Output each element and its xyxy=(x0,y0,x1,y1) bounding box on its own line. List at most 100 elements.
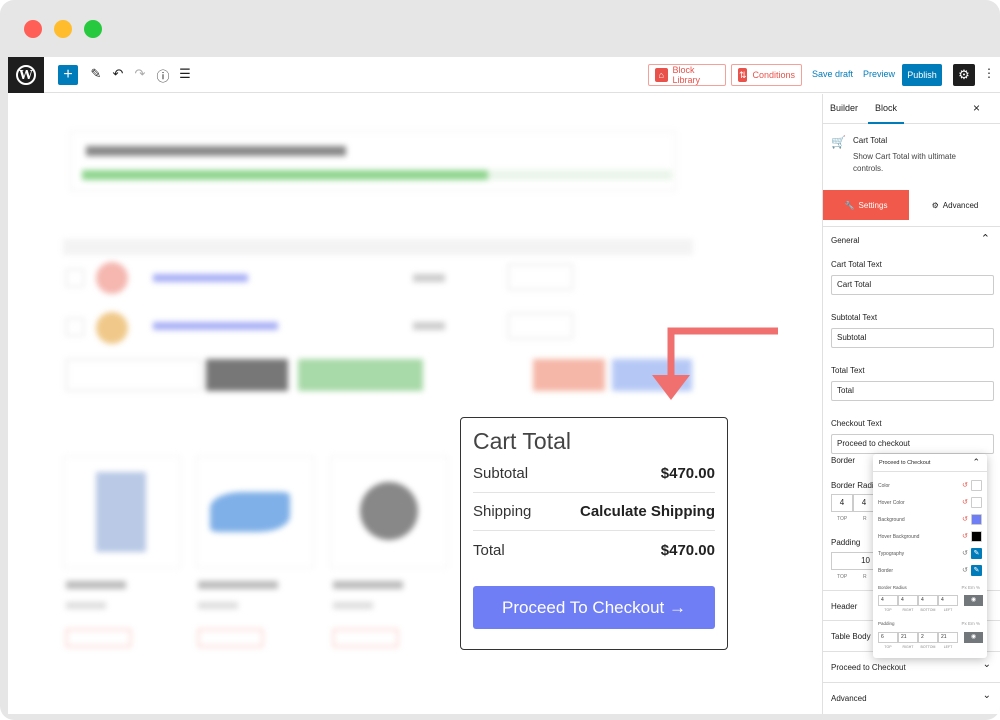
radius-right-label: RIGHT xyxy=(902,608,914,612)
pencil-icon[interactable]: ✎ xyxy=(971,565,982,576)
chevron-down-icon: ⌄ xyxy=(982,659,991,670)
hover-color-swatch[interactable] xyxy=(971,497,982,508)
pencil-icon[interactable]: ✎ xyxy=(88,66,104,82)
maximize-window-dot[interactable] xyxy=(84,20,102,38)
hover-background-label: Hover Background xyxy=(878,534,920,540)
chevron-up-icon[interactable]: ⌃ xyxy=(972,457,980,468)
conditions-label: Conditions xyxy=(752,70,795,80)
accordion-proceed-label: Proceed to Checkout xyxy=(831,663,906,672)
radius-left-input[interactable]: 4 xyxy=(938,595,958,606)
popover-border-radius-inputs: 4 4 4 4 ◉ xyxy=(878,595,983,606)
add-block-button[interactable]: + xyxy=(58,65,78,85)
color-label: Color xyxy=(878,483,890,489)
padding-unit-selector[interactable]: Px Em % xyxy=(961,621,980,626)
redo-icon[interactable]: ↷ xyxy=(132,66,148,82)
more-options-icon[interactable]: ⋮ xyxy=(983,66,995,80)
popover-divider xyxy=(873,471,987,472)
reset-icon[interactable]: ↺ xyxy=(962,481,968,489)
sidebar-tabs: Builder Block × xyxy=(823,94,1000,124)
editor-canvas: Cart Total Subtotal $470.00 Shipping Cal… xyxy=(8,94,821,714)
general-panel-header[interactable]: General ⌃ xyxy=(823,226,1000,250)
border-label: Border xyxy=(878,568,894,574)
link-values-icon[interactable]: ◉ xyxy=(964,595,983,606)
tab-advanced[interactable]: ⚙ Advanced xyxy=(909,190,1000,220)
popover-typography-row: Typography ↺ ✎ xyxy=(878,548,984,560)
total-text-input[interactable]: Total xyxy=(831,381,994,401)
wrench-icon: 🔧 xyxy=(844,200,855,210)
cart-total-block[interactable]: Cart Total Subtotal $470.00 Shipping Cal… xyxy=(460,417,728,650)
chevron-down-icon: ⌄ xyxy=(982,690,991,701)
accordion-advanced-label: Advanced xyxy=(831,694,867,703)
radius-top-input[interactable]: 4 xyxy=(878,595,898,606)
subtotal-text-input[interactable]: Subtotal xyxy=(831,328,994,348)
editor-toolbar: W + ✎ ↶ ↷ ⓘ ☰ ⌂ Block Library ⇅ Conditio… xyxy=(8,57,1000,93)
popover-hover-background-row: Hover Background ↺ xyxy=(878,531,984,543)
radius-bottom-input[interactable]: 4 xyxy=(918,595,938,606)
tab-block[interactable]: Block xyxy=(867,103,905,124)
background-label: Background xyxy=(878,517,905,523)
cart-total-text-input[interactable]: Cart Total xyxy=(831,275,994,295)
list-view-icon[interactable]: ☰ xyxy=(177,66,193,82)
wordpress-logo[interactable]: W xyxy=(8,57,44,93)
popover-background-row: Background ↺ xyxy=(878,514,984,526)
close-icon[interactable]: × xyxy=(973,101,980,115)
checkout-text-input[interactable]: Proceed to checkout xyxy=(831,434,994,454)
info-icon[interactable]: ⓘ xyxy=(155,66,171,85)
tab-builder[interactable]: Builder xyxy=(830,103,858,113)
background-swatch[interactable] xyxy=(971,514,982,525)
tab-advanced-label: Advanced xyxy=(942,200,979,210)
undo-icon[interactable]: ↶ xyxy=(110,66,126,82)
radius-right-input[interactable]: 4 xyxy=(898,595,918,606)
padding-left-input[interactable]: 21 xyxy=(938,632,958,643)
border-radius-right-input[interactable]: 4 xyxy=(853,494,875,512)
subtotal-row: Subtotal $470.00 xyxy=(473,455,715,493)
tab-settings[interactable]: 🔧 Settings xyxy=(823,190,909,220)
shipping-row: Shipping Calculate Shipping xyxy=(473,493,715,531)
proceed-to-checkout-button[interactable]: Proceed To Checkout → xyxy=(473,586,715,629)
popover-color-row: Color ↺ xyxy=(878,480,984,492)
accordion-header-label: Header xyxy=(831,602,858,611)
calculate-shipping-link[interactable]: Calculate Shipping xyxy=(580,503,715,520)
cart-total-text-label: Cart Total Text xyxy=(831,260,882,269)
padding-bottom-input[interactable]: 2 xyxy=(918,632,938,643)
padding-bottom-label: BOTTOM xyxy=(920,645,936,649)
block-library-button[interactable]: ⌂ Block Library xyxy=(648,64,726,86)
proceed-to-checkout-popover: Proceed to Checkout ⌃ Color ↺ Hover Colo… xyxy=(873,454,987,658)
radius-top-label: TOP xyxy=(884,608,892,612)
conditions-button[interactable]: ⇅ Conditions xyxy=(731,64,802,86)
accordion-advanced[interactable]: Advanced ⌄ xyxy=(823,682,1000,712)
settings-gear-icon[interactable]: ⚙ xyxy=(953,64,975,86)
preview-link[interactable]: Preview xyxy=(863,69,895,79)
hover-background-swatch[interactable] xyxy=(971,531,982,542)
pencil-icon[interactable]: ✎ xyxy=(971,548,982,559)
padding-right-input[interactable]: 21 xyxy=(898,632,918,643)
padding-top-input[interactable]: 10 xyxy=(831,552,875,570)
gear-icon: ⚙ xyxy=(931,200,939,210)
border-label: Border xyxy=(831,456,856,465)
popover-padding-label: Padding xyxy=(878,621,895,626)
border-radius-unit-selector[interactable]: Px Em % xyxy=(961,585,980,590)
close-window-dot[interactable] xyxy=(24,20,42,38)
popover-border-row: Border ↺ ✎ xyxy=(878,565,984,577)
reset-icon[interactable]: ↺ xyxy=(962,498,968,506)
padding-top-input[interactable]: 6 xyxy=(878,632,898,643)
popover-title: Proceed to Checkout xyxy=(879,460,931,466)
popover-border-radius-sublabels: TOP RIGHT BOTTOM LEFT xyxy=(878,608,958,612)
link-values-icon[interactable]: ◉ xyxy=(964,632,983,643)
minimize-window-dot[interactable] xyxy=(54,20,72,38)
border-radius-top-input[interactable]: 4 xyxy=(831,494,853,512)
subtotal-value: $470.00 xyxy=(660,465,715,482)
editor-window: W + ✎ ↶ ↷ ⓘ ☰ ⌂ Block Library ⇅ Conditio… xyxy=(8,57,1000,714)
padding-right-label: R xyxy=(863,574,867,580)
block-library-label: Block Library xyxy=(672,65,701,85)
popover-padding-inputs: 6 21 2 21 ◉ xyxy=(878,632,983,643)
reset-icon[interactable]: ↺ xyxy=(962,532,968,540)
reset-icon[interactable]: ↺ xyxy=(962,549,968,557)
checkout-text-label: Checkout Text xyxy=(831,419,882,428)
reset-icon[interactable]: ↺ xyxy=(962,515,968,523)
color-swatch[interactable] xyxy=(971,480,982,491)
save-draft-link[interactable]: Save draft xyxy=(812,69,853,79)
publish-button[interactable]: Publish xyxy=(902,64,942,86)
reset-icon[interactable]: ↺ xyxy=(962,566,968,574)
basket-icon: ⌂ xyxy=(655,68,668,82)
